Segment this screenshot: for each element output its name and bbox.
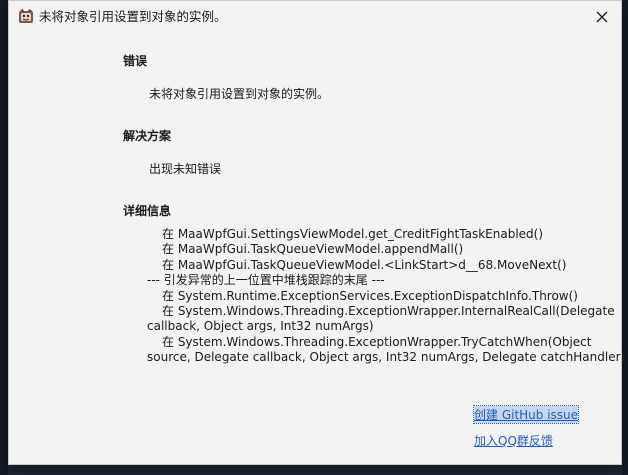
stack-trace-line: source, Delegate callback, Object args, … bbox=[147, 350, 626, 365]
error-dialog: 未将对象引用设置到对象的实例。 错误 未将对象引用设置到对象的实例。 解决方案 … bbox=[8, 0, 626, 465]
background-window-edge bbox=[0, 0, 8, 475]
details-heading: 详细信息 bbox=[123, 204, 172, 218]
stack-trace-line: --- 引发异常的上一位置中堆栈跟踪的末尾 --- bbox=[147, 273, 385, 288]
stack-trace-line: callback, Object args, Int32 numArgs) bbox=[147, 319, 374, 334]
stack-trace-line: 在 MaaWpfGui.TaskQueueViewModel.<LinkStar… bbox=[162, 257, 567, 272]
background-window-edge bbox=[622, 0, 628, 475]
error-message: 未将对象引用设置到对象的实例。 bbox=[149, 87, 330, 101]
create-github-issue-link[interactable]: 创建 GitHub issue bbox=[472, 405, 580, 424]
stack-trace-line: 在 System.Windows.Threading.ExceptionWrap… bbox=[162, 303, 615, 318]
stack-trace-line: 在 MaaWpfGui.SettingsViewModel.get_Credit… bbox=[162, 227, 544, 241]
solution-heading: 解决方案 bbox=[123, 129, 172, 143]
close-icon bbox=[596, 11, 608, 23]
title-bar[interactable]: 未将对象引用设置到对象的实例。 bbox=[9, 1, 621, 33]
stack-trace-line: 在 MaaWpfGui.TaskQueueViewModel.appendMal… bbox=[162, 242, 464, 257]
join-qq-group-link[interactable]: 加入QQ群反馈 bbox=[474, 432, 553, 449]
error-heading: 错误 bbox=[123, 54, 148, 68]
solution-message: 出现未知错误 bbox=[149, 162, 222, 176]
app-icon bbox=[19, 9, 33, 23]
window-title: 未将对象引用设置到对象的实例。 bbox=[39, 9, 227, 24]
close-button[interactable] bbox=[587, 3, 617, 31]
stack-trace: 在 MaaWpfGui.SettingsViewModel.get_Credit… bbox=[147, 227, 626, 366]
stack-trace-line: 在 System.Windows.Threading.ExceptionWrap… bbox=[162, 334, 592, 349]
stack-trace-line: 在 System.Runtime.ExceptionServices.Excep… bbox=[162, 288, 578, 303]
